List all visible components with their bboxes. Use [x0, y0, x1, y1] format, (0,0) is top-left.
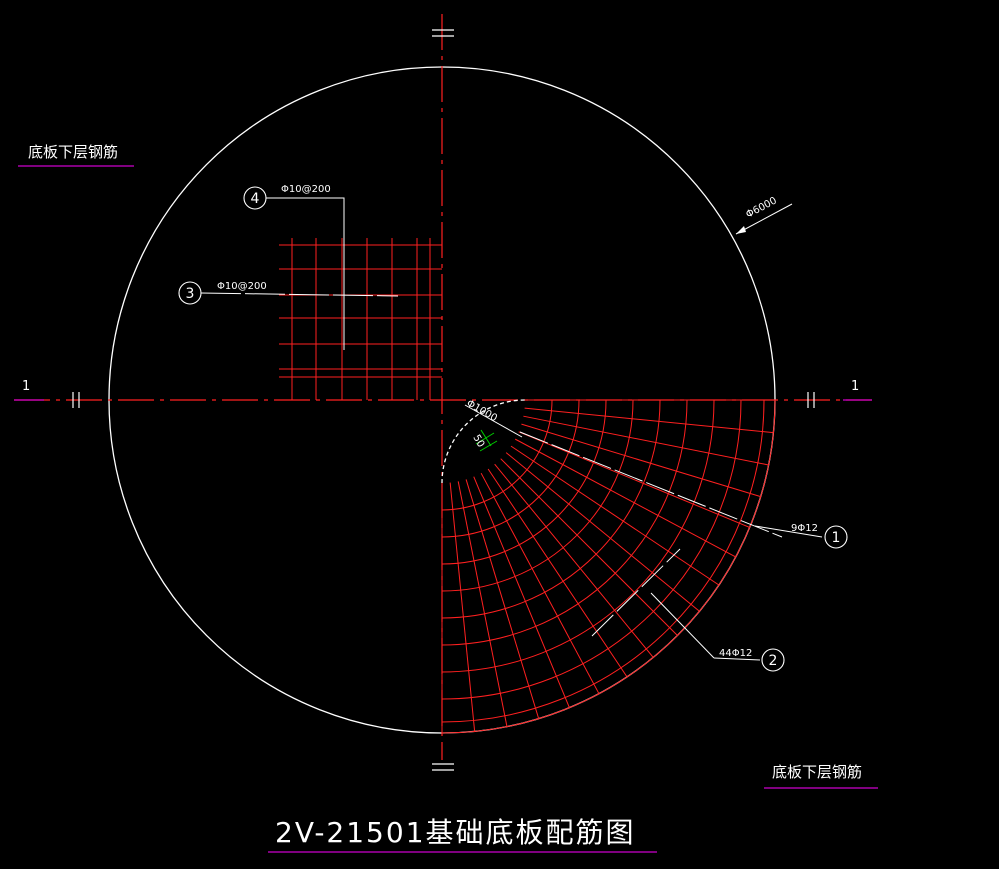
foundation-slab-drawing: 1 1 底板下层钢筋 底板下层钢筋 Φ6000 Φ1000 50 1 9Φ12 … [14, 14, 878, 853]
radial-rebar [523, 415, 769, 466]
outer-dimension-arrow [736, 226, 746, 234]
radial-rebar [457, 481, 508, 727]
mark-4-leader [266, 197, 345, 350]
note-bottom-right: 底板下层钢筋 [772, 763, 862, 781]
section-mark-left: 1 [22, 379, 30, 394]
radial-rebar [521, 423, 761, 498]
drawing-title: 2V-21501基础底板配筋图 [275, 816, 636, 849]
mark-1-label: 9Φ12 [791, 523, 818, 534]
mark-3-id: 3 [186, 286, 195, 302]
mark-2-label: 44Φ12 [719, 648, 752, 659]
radial-rebar-mesh [441, 399, 776, 734]
mark-4-id: 4 [251, 191, 260, 207]
radial-rebar [514, 438, 736, 558]
radial-rebar [505, 452, 700, 612]
mark-2-bar-line [591, 548, 681, 637]
section-mark-right: 1 [851, 379, 859, 394]
radial-rebar [480, 472, 600, 694]
mark-2-leader-a [650, 592, 715, 659]
radial-rebar [500, 458, 678, 636]
mark-4-label: Φ10@200 [281, 184, 331, 195]
radial-rebar [524, 407, 774, 434]
radial-rebar [449, 482, 476, 732]
mark-1-id: 1 [832, 530, 841, 546]
radial-rebar [465, 479, 540, 719]
radial-rebar [494, 463, 654, 658]
mark-2-id: 2 [769, 653, 778, 669]
mark-3-label: Φ10@200 [217, 281, 267, 292]
mark-1-bar-line [519, 431, 783, 538]
note-top-left: 底板下层钢筋 [28, 143, 118, 161]
outer-diameter-label: Φ6000 [744, 195, 779, 220]
orthogonal-rebar-grid [279, 238, 442, 400]
